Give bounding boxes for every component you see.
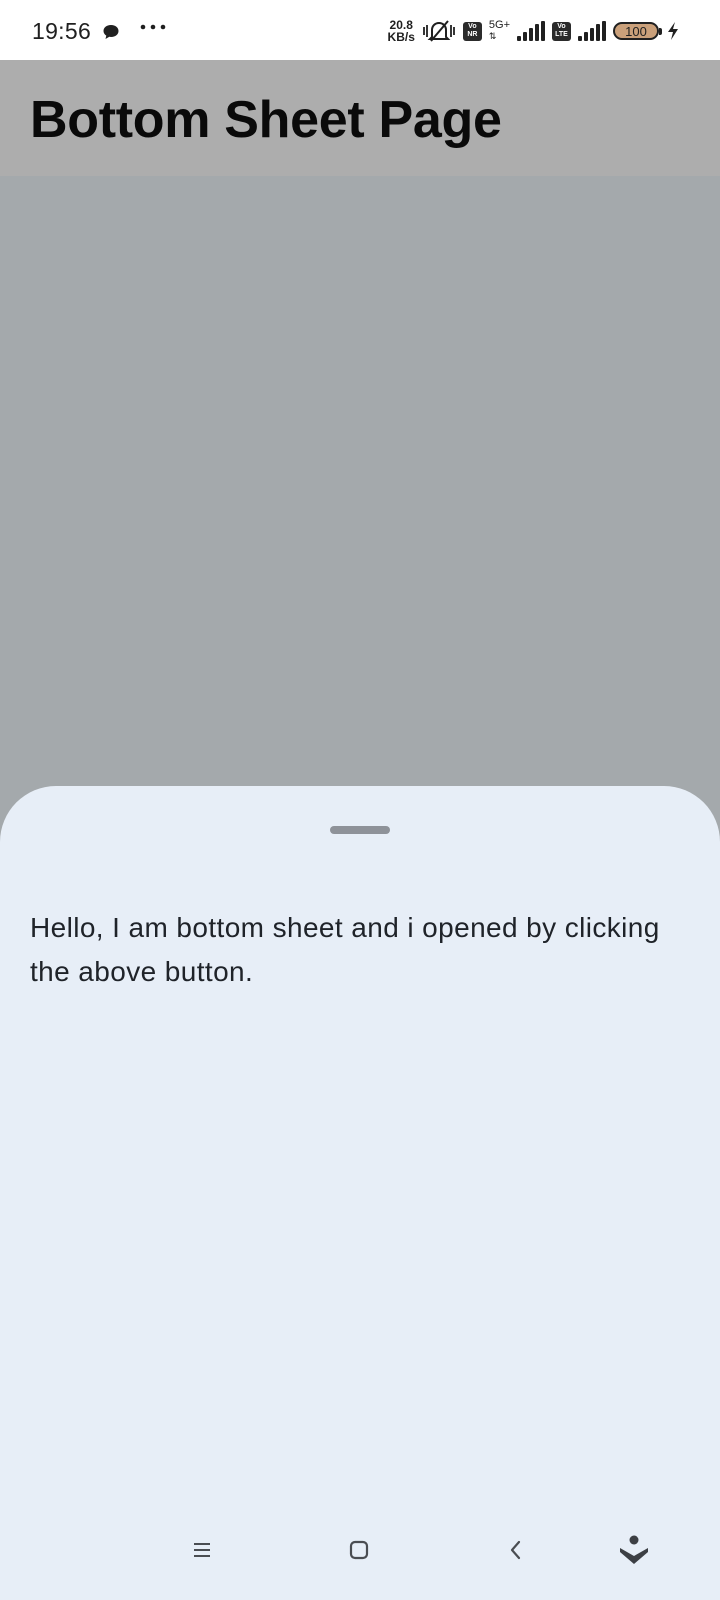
network-speed-unit: KB/s bbox=[387, 30, 415, 44]
assistant-button[interactable] bbox=[612, 1528, 656, 1572]
sim1-generation: 5G+ bbox=[488, 19, 510, 31]
more-dots-icon bbox=[140, 24, 166, 30]
back-button[interactable] bbox=[494, 1528, 538, 1572]
home-button[interactable] bbox=[337, 1528, 381, 1572]
back-icon bbox=[510, 1540, 521, 1560]
sim1-tag-bottom: NR bbox=[467, 31, 478, 38]
charging-bolt-icon bbox=[668, 22, 678, 40]
chat-bubble-icon bbox=[103, 25, 119, 39]
sim2-tag-top: Vo bbox=[557, 23, 566, 30]
battery-level: 100 bbox=[625, 23, 647, 39]
status-icons: 20.8 KB/s Vo NR 5G+ ⇅ Vo LTE 100 bbox=[388, 14, 680, 48]
sim2-tag-bottom: LTE bbox=[555, 31, 568, 38]
recents-button[interactable] bbox=[180, 1528, 224, 1572]
recents-icon bbox=[194, 1543, 210, 1557]
assistant-icon bbox=[620, 1535, 648, 1564]
app-bar: Bottom Sheet Page bbox=[0, 60, 720, 176]
sim1-tag-top: Vo bbox=[468, 23, 477, 30]
bottom-sheet-text: Hello, I am bottom sheet and i opened by… bbox=[30, 912, 660, 987]
sim2-volte-tag: Vo LTE bbox=[552, 21, 571, 41]
status-time: 19:56 bbox=[32, 18, 92, 44]
page-title: Bottom Sheet Page bbox=[30, 91, 502, 149]
mute-vibrate-icon bbox=[422, 20, 455, 42]
status-bar: 19:56 20.8 KB/s Vo NR 5G+ ⇅ Vo LTE 100 bbox=[0, 0, 720, 60]
sim1-network-type: 5G+ ⇅ bbox=[489, 20, 510, 42]
navigation-bar bbox=[0, 1500, 720, 1600]
drag-handle[interactable] bbox=[330, 826, 390, 834]
screen: 19:56 20.8 KB/s Vo NR 5G+ ⇅ Vo LTE 100 B… bbox=[0, 0, 720, 1600]
home-icon bbox=[349, 1540, 369, 1560]
sim1-volte-tag: Vo NR bbox=[462, 21, 482, 41]
sim1-signal-icon bbox=[517, 21, 545, 41]
bottom-sheet: Hello, I am bottom sheet and i opened by… bbox=[0, 786, 720, 1600]
network-speed: 20.8 KB/s bbox=[388, 19, 415, 43]
sim2-signal-icon bbox=[578, 21, 606, 41]
battery-icon: 100 bbox=[613, 22, 662, 40]
data-arrows-icon: ⇅ bbox=[488, 31, 497, 41]
modal-scrim[interactable] bbox=[0, 176, 720, 786]
